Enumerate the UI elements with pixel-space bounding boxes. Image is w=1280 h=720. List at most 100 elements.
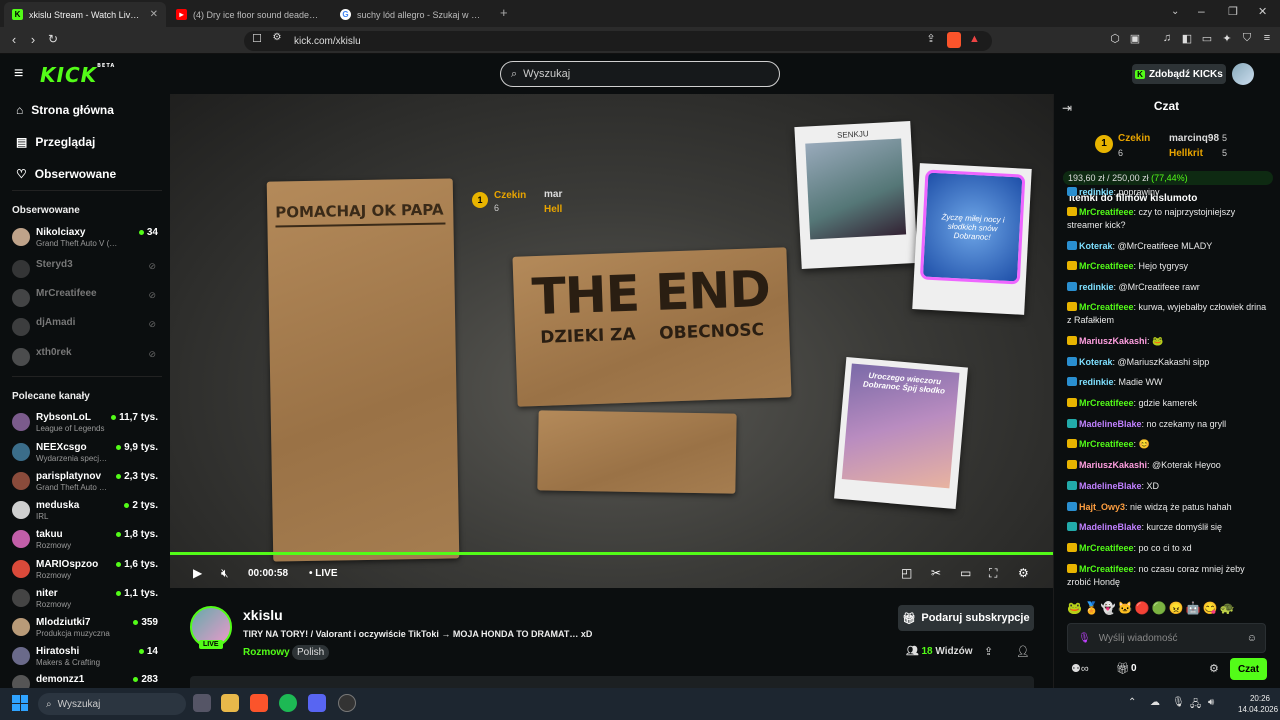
close-tab-icon[interactable]: ✕ — [150, 9, 158, 20]
chat-username[interactable]: redinkie — [1079, 282, 1114, 292]
share-icon[interactable]: ⇪ — [984, 645, 993, 658]
address-bar[interactable]: kick.com/xkislu — [244, 31, 992, 51]
microphone-tray-icon[interactable]: 🎙︎ — [1172, 697, 1185, 708]
maximize-icon[interactable]: ❐ — [1228, 5, 1238, 18]
fullscreen-icon[interactable]: ⛶ — [989, 566, 997, 581]
brave-shield-icon[interactable] — [947, 32, 961, 48]
theater-mode-icon[interactable]: ▭ — [960, 566, 971, 580]
task-view-icon[interactable] — [193, 694, 211, 712]
vpn-icon[interactable]: ⛉ — [1238, 32, 1256, 45]
media-icon[interactable]: ♫ — [1158, 32, 1176, 44]
chat-username[interactable]: MrCreatifeee — [1079, 439, 1134, 449]
share-icon[interactable]: ⇪ — [922, 32, 940, 45]
live-indicator[interactable]: • LIVE — [309, 568, 338, 579]
gift-icon[interactable]: 🎁︎ — [1116, 662, 1130, 675]
gift-subs-button[interactable]: 🎁︎ Podaruj subskrypcje — [898, 605, 1034, 631]
brave-browser-icon[interactable] — [250, 694, 268, 712]
chat-settings-icon[interactable]: ⚙ — [1209, 662, 1219, 675]
play-icon[interactable]: ▶ — [193, 566, 202, 580]
spotify-icon[interactable] — [279, 694, 297, 712]
back-icon[interactable]: ‹ — [5, 32, 23, 47]
screenshot-icon[interactable]: ▣ — [1126, 32, 1144, 45]
followed-channel[interactable]: MrCreatifeee ⊘ — [12, 287, 162, 313]
browser-tab[interactable]: G suchy lód allegro - Szukaj w Google — [332, 2, 494, 27]
discord-icon[interactable] — [308, 694, 326, 712]
clip-icon[interactable]: ✂ — [931, 566, 941, 580]
onedrive-icon[interactable]: ☁ — [1150, 697, 1160, 708]
nav-home[interactable]: ⌂ Strona główna — [16, 103, 114, 117]
chat-username[interactable]: MadelineBlake — [1079, 419, 1142, 429]
network-icon[interactable]: 🖧︎ — [1190, 697, 1201, 714]
bookmark-icon[interactable]: ☐ — [248, 32, 266, 45]
chat-username[interactable]: MrCreatifeee — [1079, 207, 1134, 217]
stream-progress-bar[interactable] — [170, 552, 1053, 555]
chat-username[interactable]: redinkie — [1079, 377, 1114, 387]
nav-browse[interactable]: ▤ Przeglądaj — [16, 135, 95, 149]
sidebar-toggle-icon[interactable]: ◧ — [1178, 32, 1196, 45]
recommended-channel[interactable]: parisplatynov Grand Theft Auto … 2,3 tys. — [12, 470, 162, 496]
recommended-channel[interactable]: Mlodziutki7 Produkcja muzyczna 359 — [12, 616, 162, 642]
system-clock[interactable]: 20:26 14.04.2026 — [1238, 693, 1278, 715]
chat-username[interactable]: MrCreatifeee — [1079, 543, 1134, 553]
windows-start-icon[interactable] — [12, 695, 28, 711]
mute-icon[interactable]: 🔇︎ — [221, 566, 229, 581]
chat-username[interactable]: MrCreatifeee — [1079, 398, 1134, 408]
new-tab-icon[interactable]: + — [500, 5, 508, 20]
tab-list-icon[interactable]: ⌄ — [1171, 6, 1179, 17]
leo-ai-icon[interactable]: ✦ — [1218, 32, 1236, 45]
chat-username[interactable]: MadelineBlake — [1079, 481, 1142, 491]
report-user-icon[interactable]: 👤︎ — [1016, 645, 1030, 658]
get-kicks-button[interactable]: K Zdobądź KICKs — [1132, 64, 1226, 84]
search-input[interactable]: ⌕ Wyszukaj — [500, 61, 780, 87]
video-player[interactable]: POMACHAJ OK PAPA THE END DZIEKI ZA OBECN… — [170, 94, 1053, 588]
volume-icon[interactable]: 🔊︎ — [1208, 697, 1214, 708]
followed-channel[interactable]: xth0rek ⊘ — [12, 346, 162, 372]
close-window-icon[interactable]: ✕ — [1258, 5, 1267, 18]
extensions-icon[interactable]: ⬡ — [1106, 32, 1124, 45]
send-chat-button[interactable]: Czat — [1230, 658, 1267, 680]
chat-username[interactable]: Hajt_Owy3 — [1079, 502, 1125, 512]
tray-overflow-icon[interactable]: ⌃ — [1128, 697, 1136, 708]
language-tag[interactable]: Polish — [292, 645, 330, 660]
miniplayer-icon[interactable]: ◰ — [901, 566, 912, 580]
emote-bar[interactable]: 🐸🏅👻🐱🔴🟢😠🤖😋🐢 — [1067, 601, 1267, 619]
chat-input[interactable]: 🎙︎ Wyślij wiadomość ☺ — [1067, 623, 1266, 653]
recommended-channel[interactable]: niter Rozmowy 1,1 tys. — [12, 587, 162, 613]
obs-icon[interactable] — [338, 694, 356, 712]
recommended-channel[interactable]: demonzz1 283 — [12, 673, 162, 688]
chat-username[interactable]: MrCreatifeee — [1079, 564, 1134, 574]
chat-username[interactable]: Koterak — [1079, 357, 1113, 367]
forward-icon[interactable]: › — [24, 32, 42, 47]
recommended-channel[interactable]: takuu Rozmowy 1,8 tys. — [12, 528, 162, 554]
chat-username[interactable]: redinkie — [1079, 187, 1114, 197]
settings-gear-icon[interactable]: ⚙ — [1018, 566, 1029, 580]
browser-tab[interactable]: ▸ (4) Dry ice floor sound deadener rem… — [168, 2, 330, 27]
menu-icon[interactable]: ≡ — [1258, 32, 1276, 44]
chat-username[interactable]: Koterak — [1079, 241, 1113, 251]
category-link[interactable]: Rozmowy — [243, 647, 290, 658]
channel-name[interactable]: xkislu — [243, 607, 283, 623]
leaderboard-user[interactable]: Hellkrit — [1169, 148, 1203, 159]
file-explorer-icon[interactable] — [221, 694, 239, 712]
leaderboard-user[interactable]: Czekin — [1118, 133, 1150, 144]
kick-logo[interactable]: KICKBETA — [40, 63, 115, 87]
microphone-icon[interactable]: 🎙︎ — [1078, 633, 1091, 644]
minimize-icon[interactable]: – — [1198, 4, 1205, 18]
recommended-channel[interactable]: RybsonLoL League of Legends 11,7 tys. — [12, 411, 162, 437]
donation-goal[interactable]: 193,60 zł / 250,00 zł (77,44%) — [1063, 171, 1273, 185]
site-info-icon[interactable]: ⚙ — [268, 32, 286, 43]
channel-points-icon[interactable]: ⚉∞ — [1071, 662, 1089, 675]
chat-username[interactable]: MrCreatifeee — [1079, 261, 1134, 271]
chat-username[interactable]: MadelineBlake — [1079, 522, 1142, 532]
recommended-channel[interactable]: Hiratoshi Makers & Crafting 14 — [12, 645, 162, 671]
nav-following[interactable]: ♡ Obserwowane — [16, 167, 116, 181]
chat-username[interactable]: MrCreatifeee — [1079, 302, 1134, 312]
chat-username[interactable]: MariuszKakashi — [1079, 460, 1147, 470]
browser-tab-active[interactable]: K xkislu Stream - Watch Live on Ki… ✕ — [4, 2, 166, 27]
brave-rewards-icon[interactable]: ▲ — [969, 33, 980, 45]
emoji-picker-icon[interactable]: ☺ — [1247, 633, 1257, 644]
chat-username[interactable]: MariuszKakashi — [1079, 336, 1147, 346]
reload-icon[interactable]: ↻ — [44, 32, 62, 46]
recommended-channel[interactable]: MARIOspzoo Rozmowy 1,6 tys. — [12, 558, 162, 584]
wallet-icon[interactable]: ▭ — [1198, 32, 1216, 45]
